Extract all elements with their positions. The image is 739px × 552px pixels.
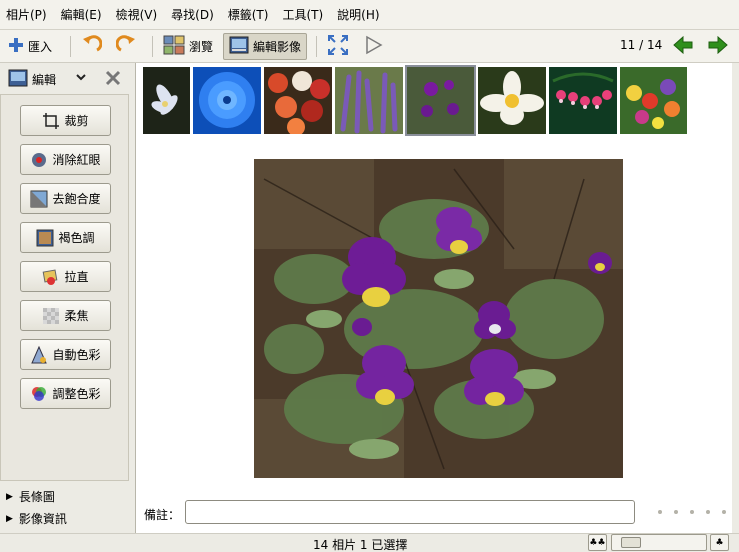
auto-color-button[interactable]: 自動色彩 [20,339,111,370]
menu-help[interactable]: 說明(H) [337,6,379,23]
rotate-left-icon [80,34,103,59]
notes-field[interactable] [185,500,635,524]
desaturate-label: 去飽合度 [52,192,101,206]
adjust-color-icon [30,385,48,403]
crop-button[interactable]: 裁剪 [20,105,111,136]
toolbar-separator [152,36,153,57]
thumbnail-photo[interactable] [549,67,617,134]
import-button[interactable]: 匯入 [8,33,52,60]
thumbnail-photo[interactable] [193,67,261,134]
menu-edit[interactable]: 編輯(E) [61,6,102,23]
slideshow-button[interactable] [365,33,383,60]
fullscreen-button[interactable] [328,33,348,60]
zoom-slider-handle[interactable] [621,537,641,548]
soft-focus-button[interactable]: 柔焦 [20,300,111,331]
soft-focus-icon [42,307,60,325]
thumbnail-photo[interactable] [478,67,546,134]
fullscreen-icon [328,35,348,58]
edit-image-icon [8,69,28,90]
soft-focus-label: 柔焦 [64,309,89,323]
menu-photo[interactable]: 相片(P) [6,6,47,23]
window-edge [732,63,739,533]
import-label: 匯入 [28,40,53,54]
sidebar: 編輯 裁剪 消除紅眼 去飽合度 褐色調 拉直 柔焦 自動色彩 調整色彩 ▶ 長條… [0,63,133,533]
zoom-out-button[interactable]: ♣♣ [588,534,607,551]
straighten-icon [42,268,60,286]
auto-color-label: 自動色彩 [52,348,101,362]
zoom-slider[interactable] [611,534,707,551]
page-indicator: 11 / 14 [620,38,663,52]
toolbar-separator [316,36,317,57]
menu-tools[interactable]: 工具(T) [282,6,323,23]
red-eye-button[interactable]: 消除紅眼 [20,144,111,175]
adjust-color-label: 調整色彩 [52,387,101,401]
resize-grip[interactable] [658,510,738,514]
adjust-color-button[interactable]: 調整色彩 [20,378,111,409]
triangle-right-icon: ▶ [6,513,13,524]
thumbnail-photo-selected[interactable] [405,65,476,136]
arrow-left-icon [673,35,693,57]
large-tree-icon: ♣ [715,537,724,548]
plus-icon [8,37,24,56]
thumbnail-photo[interactable] [335,67,403,134]
toolbar-separator [70,36,71,57]
red-eye-icon [30,151,48,169]
next-photo-button[interactable] [708,33,728,60]
menubar: 相片(P) 編輯(E) 檢視(V) 尋找(D) 標籤(T) 工具(T) 說明(H… [0,0,739,30]
image-info-expander[interactable]: ▶ 影像資訊 [6,510,67,527]
histogram-label: 長條圖 [18,490,55,504]
statusbar: 14 相片 1 已選擇 ♣♣ ♣ [0,533,739,552]
histogram-expander[interactable]: ▶ 長條圖 [6,488,55,505]
close-icon [105,70,121,86]
zoom-in-button[interactable]: ♣ [710,534,729,551]
edit-image-icon [229,36,249,57]
desaturate-button[interactable]: 去飽合度 [20,183,111,214]
crop-label: 裁剪 [64,114,89,128]
small-trees-icon: ♣♣ [589,537,606,548]
triangle-right-icon: ▶ [6,491,13,502]
arrow-right-icon [708,35,728,57]
browse-icon [163,35,185,58]
menu-find[interactable]: 尋找(D) [171,6,214,23]
edit-image-button[interactable]: 編輯影像 [223,33,308,60]
rotate-right-icon [115,34,138,59]
crop-icon [42,112,60,130]
edit-tools-panel: 裁剪 消除紅眼 去飽合度 褐色調 拉直 柔焦 自動色彩 調整色彩 [0,94,129,481]
sepia-label: 褐色調 [58,231,95,245]
straighten-button[interactable]: 拉直 [20,261,111,292]
rotate-left-button[interactable] [80,33,103,60]
thumbnail-photo[interactable] [620,67,687,134]
menu-tags[interactable]: 標籤(T) [228,6,269,23]
photo-view: 備註： [135,63,739,533]
chevron-down-icon [76,74,86,81]
sidebar-page-dropdown[interactable] [75,69,87,88]
sidebar-header: 編輯 [0,63,133,93]
close-sidebar-button[interactable] [104,69,122,90]
notes-label: 備註： [144,508,181,522]
main-photo[interactable] [254,159,623,478]
rotate-right-button[interactable] [115,33,138,60]
browse-button[interactable]: 瀏覽 [163,33,213,60]
sepia-icon [36,229,54,247]
slideshow-play-icon [365,35,383,58]
image-info-label: 影像資訊 [18,512,67,526]
previous-photo-button[interactable] [673,33,693,60]
edit-image-label: 編輯影像 [253,40,302,54]
sepia-button[interactable]: 褐色調 [20,222,111,253]
status-text: 14 相片 1 已選擇 [313,538,408,552]
auto-color-icon [30,345,48,364]
desaturate-icon [30,190,48,208]
sidebar-page-label: 編輯 [32,73,57,87]
straighten-label: 拉直 [64,270,89,284]
red-eye-label: 消除紅眼 [52,153,101,167]
browse-label: 瀏覽 [189,40,214,54]
menu-view[interactable]: 檢視(V) [116,6,158,23]
thumbnail-photo[interactable] [264,67,332,134]
thumbnail-photo[interactable] [143,67,190,134]
toolbar: 匯入 瀏覽 編輯影像 11 / 14 [0,30,739,63]
